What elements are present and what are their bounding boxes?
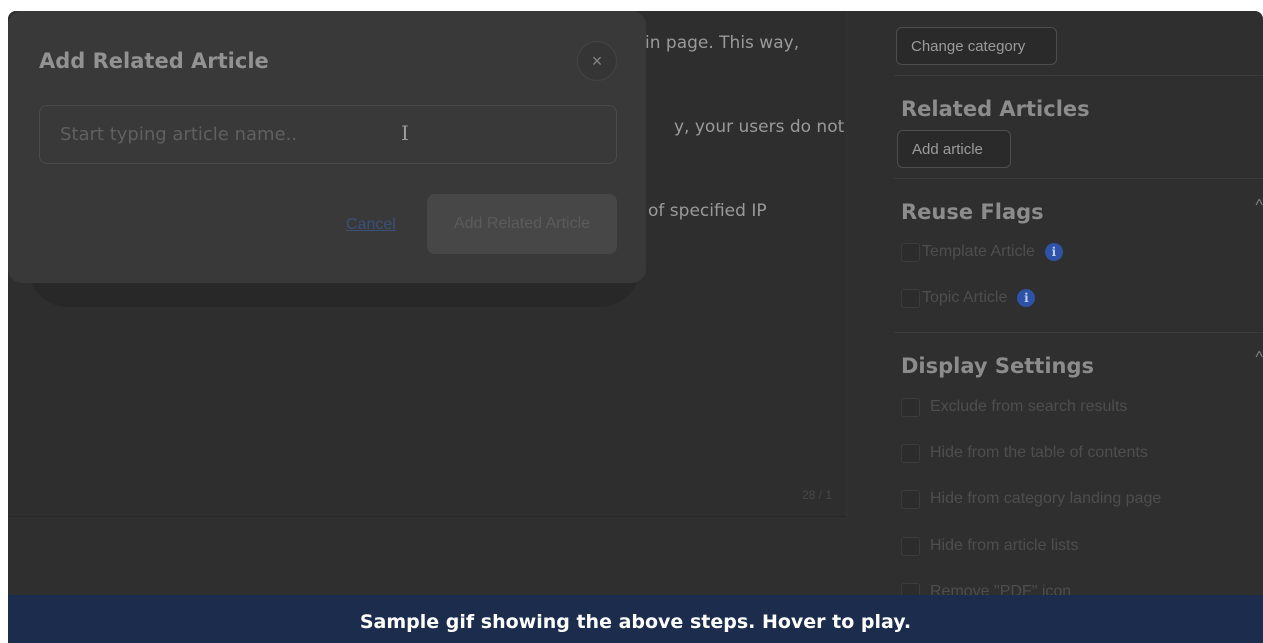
checkbox-label: Hide from the table of contents (930, 444, 1148, 461)
dialog-title: Add Related Article (39, 49, 269, 73)
info-icon[interactable]: i (1044, 243, 1063, 261)
cancel-link[interactable]: Cancel (346, 216, 396, 234)
reuse-flag-topic[interactable]: Topic Article i (901, 288, 1036, 308)
close-icon[interactable]: × (577, 41, 617, 81)
word-count: 28 / 1 (802, 488, 833, 502)
checkbox-label: Template Article (922, 243, 1035, 260)
screenshot-frame: in page. This way, y, your users do not … (8, 11, 1263, 643)
display-setting-hide-toc[interactable]: Hide from the table of contents (901, 443, 1148, 463)
checkbox[interactable] (901, 443, 920, 463)
article-text-line: of specified IP (648, 201, 767, 221)
article-text-line: y, your users do not (674, 117, 845, 137)
checkbox[interactable] (901, 242, 920, 262)
checkbox-label: Hide from article lists (930, 537, 1079, 554)
article-search-input[interactable] (39, 105, 617, 164)
divider (894, 75, 1263, 76)
add-related-article-button[interactable]: Add Related Article (427, 194, 617, 254)
checkbox-label: Topic Article (922, 289, 1008, 306)
display-setting-hide-category[interactable]: Hide from category landing page (901, 489, 1161, 509)
divider (894, 178, 1263, 179)
related-articles-heading: Related Articles (901, 97, 1090, 121)
reuse-flag-template[interactable]: Template Article i (901, 242, 1063, 262)
checkbox-label: Hide from category landing page (930, 490, 1162, 507)
checkbox[interactable] (901, 397, 920, 417)
display-setting-exclude-search[interactable]: Exclude from search results (901, 397, 1127, 417)
article-settings-panel: Change category Related Articles Add art… (894, 11, 1263, 643)
display-setting-hide-lists[interactable]: Hide from article lists (901, 536, 1078, 556)
text-cursor-icon: I (401, 121, 409, 145)
checkbox[interactable] (901, 489, 920, 509)
display-settings-heading: Display Settings (901, 354, 1095, 378)
chevron-up-icon[interactable]: ^ (1255, 197, 1263, 215)
checkbox-label: Exclude from search results (930, 398, 1128, 415)
chevron-up-icon[interactable]: ^ (1255, 349, 1263, 367)
info-icon[interactable]: i (1017, 289, 1036, 307)
checkbox[interactable] (901, 288, 920, 308)
reuse-flags-heading: Reuse Flags (901, 200, 1044, 224)
divider (894, 332, 1263, 333)
checkbox[interactable] (901, 536, 920, 556)
gif-caption[interactable]: Sample gif showing the above steps. Hove… (8, 595, 1263, 643)
article-text-line: in page. This way, (645, 33, 800, 53)
add-related-article-dialog: Add Related Article × I Cancel Add Relat… (8, 11, 646, 283)
add-article-button[interactable]: Add article (897, 130, 1011, 168)
panel-divider (846, 11, 847, 517)
change-category-button[interactable]: Change category (896, 27, 1057, 65)
